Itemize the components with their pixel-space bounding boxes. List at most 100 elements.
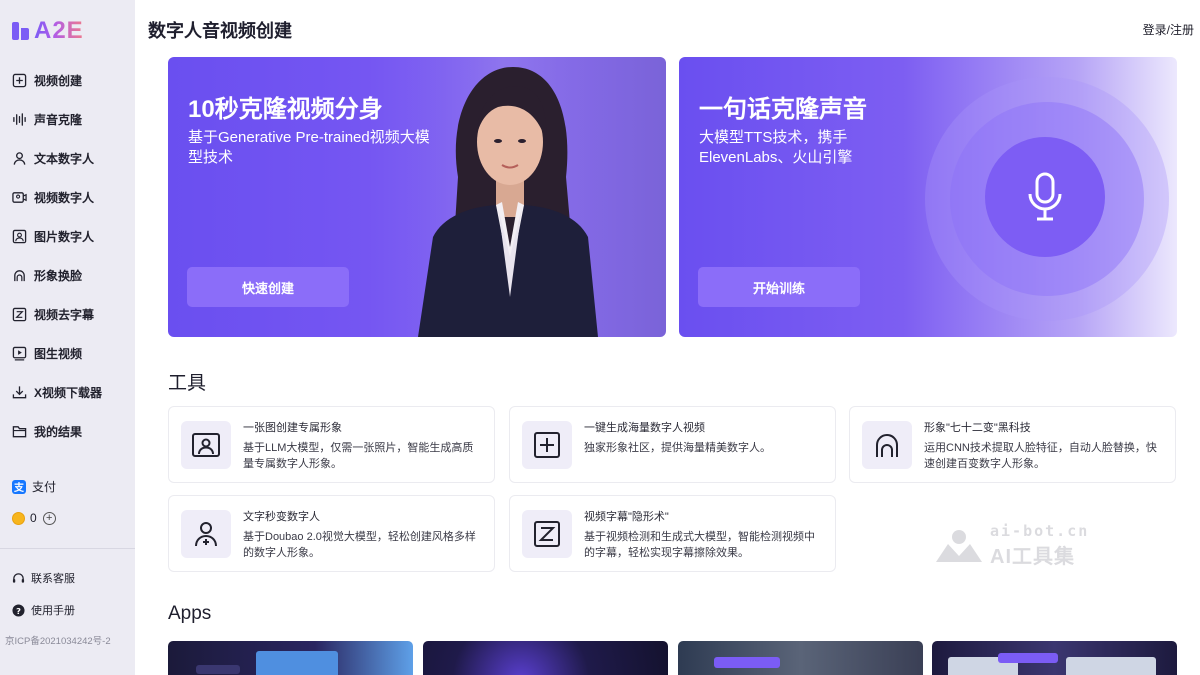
pay-link[interactable]: 支 支付 (12, 478, 56, 495)
tool-card-subtitle-erase[interactable]: 视频字幕"隐形术" 基于视频检测和生成式大模型，智能检测视频中的字幕，轻松实现字… (509, 495, 836, 572)
face-outline-icon (862, 421, 912, 469)
sidebar-item-video-avatar[interactable]: 视频数字人 (0, 178, 135, 217)
plus-box-icon (522, 421, 572, 469)
add-coins-icon[interactable]: + (42, 511, 56, 525)
pay-label: 支付 (32, 480, 57, 494)
sidebar-item-image-to-video[interactable]: 图生视频 (0, 334, 135, 373)
quick-create-button[interactable]: 快速创建 (187, 267, 349, 307)
tool-desc: 基于Doubao 2.0视觉大模型，轻松创建风格多样的数字人形象。 (243, 531, 476, 559)
sidebar-item-label: 声音克隆 (34, 113, 83, 127)
tool-card-face-swap[interactable]: 形象"七十二变"黑科技 运用CNN技术提取人脸特征，自动人脸替换，快速创建百变数… (849, 406, 1176, 483)
sidebar-item-label: 我的结果 (34, 425, 83, 439)
app-thumb-preview (256, 651, 338, 675)
app-thumb-preview (1066, 657, 1156, 675)
logo-mark-icon (12, 20, 32, 42)
logo-text: A2E (34, 17, 84, 44)
folder-icon (12, 424, 27, 439)
help-circle-icon: ? (12, 603, 25, 617)
tool-title: 一键生成海量数字人视频 (584, 422, 705, 434)
banner-voice-clone[interactable]: 一句话克隆声音 大模型TTS技术，携手 ElevenLabs、火山引擎 开始训练 (679, 57, 1177, 337)
tool-title: 视频字幕"隐形术" (584, 511, 669, 523)
subtitle-erase-icon (522, 510, 572, 558)
support-link[interactable]: 联系客服 (12, 570, 75, 586)
sidebar-item-label: X视频下载器 (34, 386, 103, 400)
banner-subtitle: 基于Generative Pre-trained视频大模型技术 (188, 129, 430, 166)
app-thumb-chip (196, 665, 240, 674)
app-thumb-chip (998, 653, 1058, 663)
banner-title: 一句话克隆声音 (699, 96, 867, 123)
banner-subtitle-line: 大模型TTS技术，携手 (699, 129, 848, 146)
banner-subtitle: 大模型TTS技术，携手 ElevenLabs、火山引擎 (699, 128, 949, 168)
sidebar-item-label: 图片数字人 (34, 230, 95, 244)
tools-section-title: 工具 (168, 373, 207, 394)
icp-license[interactable]: 京ICP备2021034242号-2 (5, 636, 115, 648)
login-register-link[interactable]: 登录/注册 (1143, 21, 1194, 38)
sidebar-item-label: 视频去字幕 (34, 308, 95, 322)
sidebar-item-label: 图生视频 (34, 347, 83, 361)
tool-desc: 独家形象社区，提供海量精美数字人。 (584, 442, 771, 454)
app-thumb-chip (714, 657, 780, 668)
tool-title: 形象"七十二变"黑科技 (924, 422, 1031, 434)
app-thumbnail[interactable] (423, 641, 668, 675)
headset-icon (12, 572, 25, 585)
sidebar-item-face-swap[interactable]: 形象换脸 (0, 256, 135, 295)
tool-desc: 基于视频检测和生成式大模型，智能检测视频中的字幕，轻松实现字幕擦除效果。 (584, 531, 815, 559)
banner-subtitle-line: ElevenLabs、火山引擎 (699, 149, 853, 166)
sidebar-item-x-downloader[interactable]: X视频下载器 (0, 373, 135, 412)
plus-square-icon (12, 73, 27, 88)
banner-video-clone[interactable]: 10秒克隆视频分身 基于Generative Pre-trained视频大模型技… (168, 57, 666, 337)
sidebar: A2E 视频创建 声音克隆 文本数字人 视频数字人 图片数字人 形象换脸 视频去… (0, 0, 135, 675)
watermark: ai-bot.cn AI工具集 (934, 522, 1089, 569)
portrait-frame-icon (181, 421, 231, 469)
page-title: 数字人音视频创建 (148, 21, 292, 41)
sidebar-item-voice-clone[interactable]: 声音克隆 (0, 100, 135, 139)
sidebar-item-my-results[interactable]: 我的结果 (0, 412, 135, 451)
waveform-icon (12, 112, 27, 127)
sidebar-item-label: 视频数字人 (34, 191, 95, 205)
coin-value: 0 (30, 511, 37, 525)
download-icon (12, 385, 27, 400)
start-training-button[interactable]: 开始训练 (698, 267, 860, 307)
coin-icon (12, 511, 25, 525)
sidebar-item-image-avatar[interactable]: 图片数字人 (0, 217, 135, 256)
video-person-icon (12, 190, 27, 205)
sidebar-item-subtitle-remove[interactable]: 视频去字幕 (0, 295, 135, 334)
woman-portrait-image (398, 57, 608, 337)
watermark-text-bottom: AI工具集 (990, 546, 1075, 568)
app-thumbnail[interactable] (932, 641, 1177, 675)
watermark-text-top: ai-bot.cn (990, 522, 1090, 540)
svg-text:?: ? (16, 605, 21, 615)
tool-card-image-avatar[interactable]: 一张图创建专属形象 基于LLM大模型，仅需一张照片，智能生成高质量专属数字人形象… (168, 406, 495, 483)
logo[interactable]: A2E (12, 17, 84, 45)
microphone-icon (1028, 172, 1062, 221)
manual-label: 使用手册 (31, 605, 75, 617)
person-icon (12, 151, 27, 166)
tool-desc: 运用CNN技术提取人脸特征，自动人脸替换，快速创建百变数字人形象。 (924, 442, 1157, 470)
tool-desc: 基于LLM大模型，仅需一张照片，智能生成高质量专属数字人形象。 (243, 442, 474, 470)
sidebar-divider (0, 548, 135, 549)
tool-title: 一张图创建专属形象 (243, 422, 342, 434)
tool-title: 文字秒变数字人 (243, 511, 320, 523)
tool-card-text-to-avatar[interactable]: 文字秒变数字人 基于Doubao 2.0视觉大模型，轻松创建风格多样的数字人形象… (168, 495, 495, 572)
app-thumbnail[interactable] (678, 641, 923, 675)
play-square-icon (12, 346, 27, 361)
app-thumbnail[interactable] (168, 641, 413, 675)
tool-card-bulk-video[interactable]: 一键生成海量数字人视频 独家形象社区，提供海量精美数字人。 (509, 406, 836, 483)
image-person-icon (12, 229, 27, 244)
subtitle-remove-icon (12, 307, 27, 322)
sidebar-item-label: 文本数字人 (34, 152, 95, 166)
alipay-icon: 支 (12, 479, 26, 494)
banner-title: 10秒克隆视频分身 (188, 96, 383, 123)
sidebar-item-label: 形象换脸 (34, 269, 83, 283)
support-label: 联系客服 (31, 573, 75, 585)
manual-link[interactable]: ? 使用手册 (12, 602, 75, 618)
person-add-icon (181, 510, 231, 558)
apps-section-title: Apps (168, 603, 212, 624)
sidebar-item-text-avatar[interactable]: 文本数字人 (0, 139, 135, 178)
sidebar-item-video-create[interactable]: 视频创建 (0, 61, 135, 100)
sidebar-item-label: 视频创建 (34, 74, 83, 88)
face-swap-icon (12, 268, 27, 283)
coin-balance: 0 + (12, 511, 56, 525)
watermark-logo-icon (936, 529, 982, 562)
sidebar-nav: 视频创建 声音克隆 文本数字人 视频数字人 图片数字人 形象换脸 视频去字幕 图… (0, 61, 135, 451)
